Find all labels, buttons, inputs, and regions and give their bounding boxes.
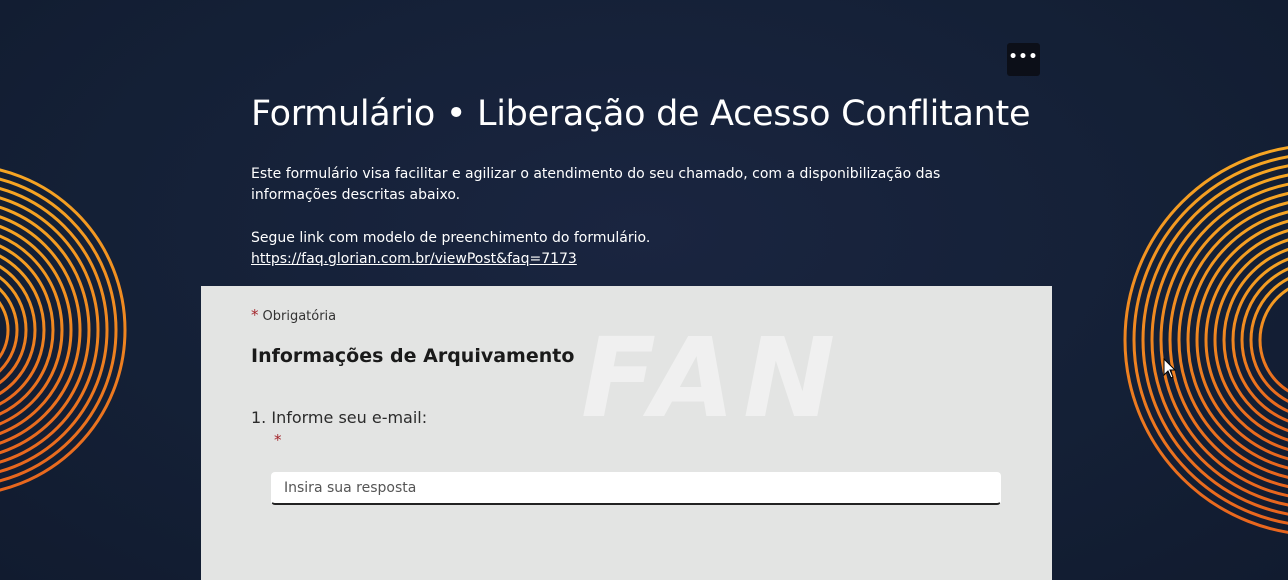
required-asterisk: * (251, 306, 259, 324)
description-link-intro: Segue link com modelo de preenchimento d… (251, 230, 651, 246)
mouse-pointer-icon (1163, 358, 1177, 379)
form-card: FAN * Obrigatória Informações de Arquivam… (201, 286, 1052, 580)
decorative-ring (1150, 173, 1288, 507)
decorative-ring (1240, 267, 1288, 413)
description-text: Este formulário visa facilitar e agiliza… (251, 166, 941, 203)
form-title: Formulário • Liberação de Acesso Conflit… (251, 94, 1031, 134)
required-label: Obrigatória (262, 309, 337, 324)
watermark-logo: FAN (581, 314, 844, 442)
decorative-ring (1204, 229, 1288, 451)
form-page: ••• Formulário • Liberação de Acesso Con… (0, 0, 1288, 580)
decorative-ring (0, 275, 28, 385)
required-note: * Obrigatória (251, 306, 336, 324)
faq-link[interactable]: https://faq.glorian.com.br/viewPost&faq=… (251, 251, 577, 267)
question-required-asterisk: * (274, 431, 282, 449)
form-description: Este formulário visa facilitar e agiliza… (251, 164, 1011, 270)
question-label: 1. Informe seu e-mail: (251, 408, 428, 427)
email-answer-input[interactable] (271, 472, 1001, 505)
more-horizontal-icon: ••• (1008, 48, 1039, 65)
section-title: Informações de Arquivamento (251, 345, 575, 367)
more-options-button[interactable]: ••• (1007, 43, 1040, 76)
